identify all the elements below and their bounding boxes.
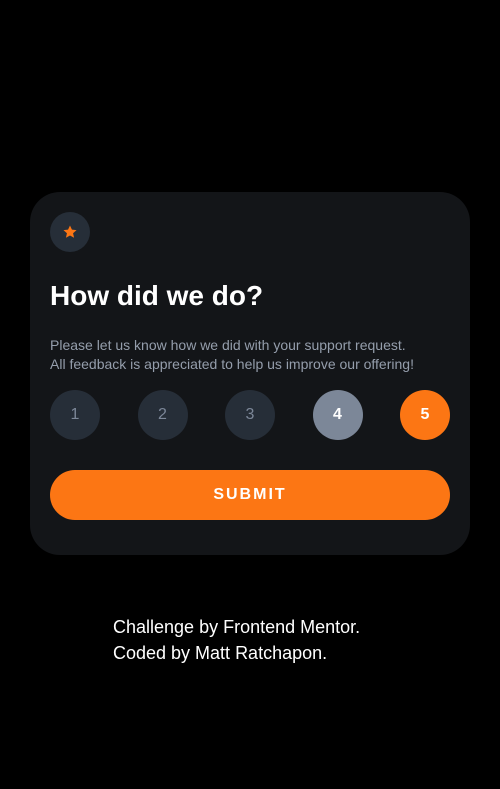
rating-options: 1 2 3 4 5 <box>50 390 450 440</box>
attribution-line-challenge[interactable]: Challenge by Frontend Mentor. <box>113 614 360 640</box>
card-title: How did we do? <box>50 280 264 311</box>
star-icon <box>62 224 78 240</box>
attribution: Challenge by Frontend Mentor. Coded by M… <box>113 614 360 666</box>
card-description: Please let us know how we did with your … <box>50 336 460 374</box>
rating-button-5[interactable]: 5 <box>400 390 450 440</box>
star-badge <box>50 212 90 252</box>
rating-button-3[interactable]: 3 <box>225 390 275 440</box>
description-line: All feedback is appreciated to help us i… <box>50 356 414 372</box>
rating-button-4[interactable]: 4 <box>312 390 363 440</box>
rating-button-2[interactable]: 2 <box>137 390 188 440</box>
rating-button-1[interactable]: 1 <box>50 390 100 440</box>
description-line: Please let us know how we did with your … <box>50 337 406 353</box>
attribution-line-coded-by[interactable]: Coded by Matt Ratchapon. <box>113 640 360 666</box>
rating-card: How did we do? Please let us know how we… <box>30 192 470 555</box>
submit-button[interactable]: SUBMIT <box>50 470 450 520</box>
